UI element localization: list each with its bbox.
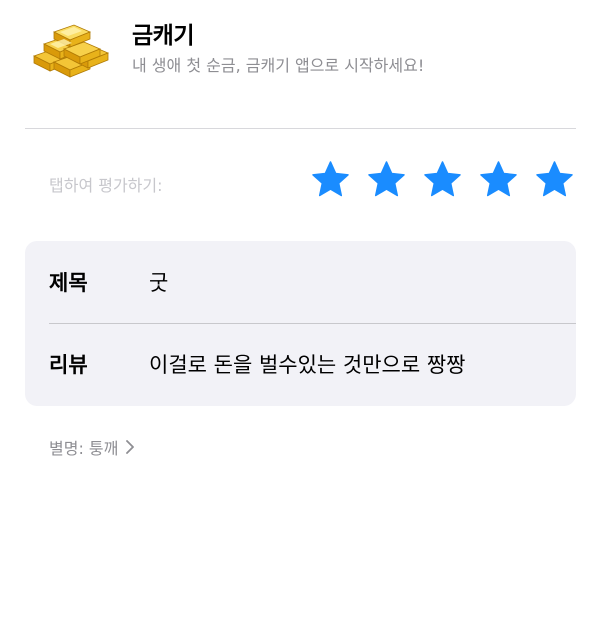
review-label: 리뷰	[49, 353, 88, 377]
title-label: 제목	[49, 271, 88, 295]
star-icon-4[interactable]	[479, 160, 518, 199]
app-header: 금캐기 내 생애 첫 순금, 금캐기 앱으로 시작하세요!	[30, 12, 575, 92]
title-field[interactable]: 제목 굿	[25, 241, 576, 323]
review-form: 제목 굿 리뷰 이걸로 돈을 벌수있는 것만으로 짱짱	[25, 241, 576, 406]
star-icon-1[interactable]	[311, 160, 350, 199]
star-icon-2[interactable]	[367, 160, 406, 199]
review-page: 금캐기 내 생애 첫 순금, 금캐기 앱으로 시작하세요! 탭하여 평가하기:	[0, 0, 600, 626]
chevron-right-icon	[126, 440, 135, 454]
star-icon-5[interactable]	[535, 160, 574, 199]
title-input[interactable]: 굿	[149, 267, 168, 297]
rating-prompt: 탭하여 평가하기:	[49, 176, 163, 195]
divider	[25, 128, 576, 129]
review-input[interactable]: 이걸로 돈을 벌수있는 것만으로 짱짱	[149, 349, 466, 379]
rating-row: 탭하여 평가하기:	[25, 160, 576, 210]
app-subtitle: 내 생애 첫 순금, 금캐기 앱으로 시작하세요!	[132, 56, 425, 75]
app-name: 금캐기	[132, 23, 194, 49]
gold-bars-icon	[32, 24, 110, 78]
review-field[interactable]: 리뷰 이걸로 돈을 벌수있는 것만으로 짱짱	[25, 323, 576, 406]
star-rating	[311, 160, 574, 210]
nickname-link[interactable]: 별명: 퉁깨	[49, 434, 136, 460]
nickname-text: 별명: 퉁깨	[49, 439, 119, 458]
star-icon-3[interactable]	[423, 160, 462, 199]
